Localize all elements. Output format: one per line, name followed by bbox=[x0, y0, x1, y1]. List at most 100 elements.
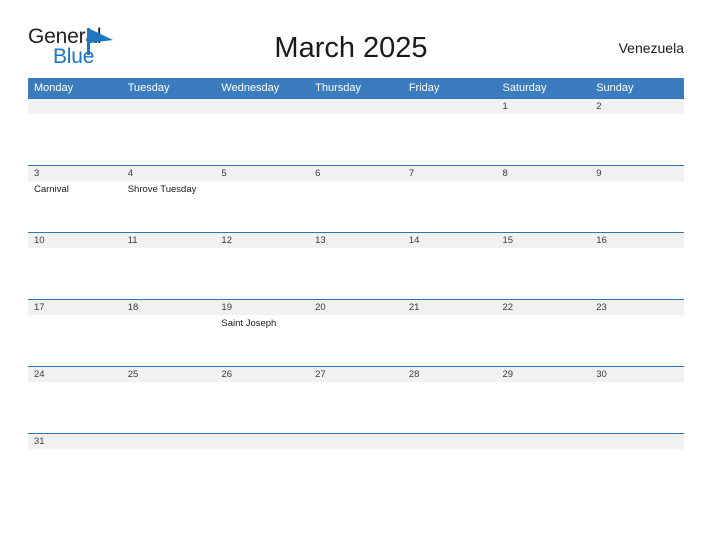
calendar-week-row: 24 25 26 27 28 29 30 bbox=[28, 366, 684, 434]
weekday-header-row: Monday Tuesday Wednesday Thursday Friday… bbox=[28, 78, 684, 99]
day-number: 4 bbox=[121, 166, 216, 181]
day-number: 15 bbox=[496, 233, 591, 248]
calendar-day-cell[interactable]: 18 bbox=[121, 299, 216, 367]
calendar-day-cell[interactable]: 26 bbox=[215, 366, 310, 434]
day-number: 16 bbox=[590, 233, 684, 248]
calendar-day-cell[interactable]: 2 bbox=[590, 98, 684, 166]
calendar-day-cell[interactable] bbox=[215, 98, 310, 166]
calendar-day-cell[interactable]: 7 bbox=[402, 165, 497, 233]
day-number: 1 bbox=[496, 99, 591, 114]
calendar-day-cell[interactable]: 10 bbox=[28, 232, 122, 300]
day-cell-inner: 16 bbox=[590, 233, 684, 299]
day-cell-inner: 8 bbox=[496, 166, 591, 232]
day-number: 14 bbox=[402, 233, 497, 248]
calendar-day-cell[interactable]: 8 bbox=[496, 165, 591, 233]
calendar-day-cell[interactable]: 5 bbox=[215, 165, 310, 233]
calendar-day-cell[interactable]: 20 bbox=[309, 299, 403, 367]
day-cell-inner: 30 bbox=[590, 367, 684, 433]
day-number: 22 bbox=[496, 300, 591, 315]
day-cell-inner: 31 bbox=[28, 434, 122, 501]
calendar-day-cell[interactable]: 13 bbox=[309, 232, 403, 300]
calendar-day-cell[interactable]: 14 bbox=[402, 232, 497, 300]
day-cell-inner: 10 bbox=[28, 233, 122, 299]
day-cell-inner bbox=[121, 99, 216, 165]
calendar-week-row: 3 Carnival 4 Shrove Tuesday 5 6 7 8 9 bbox=[28, 165, 684, 233]
calendar-day-cell[interactable]: 6 bbox=[309, 165, 403, 233]
calendar-day-cell[interactable]: 19 Saint Joseph bbox=[215, 299, 310, 367]
calendar-day-cell[interactable]: 16 bbox=[590, 232, 684, 300]
calendar-day-cell[interactable] bbox=[590, 433, 684, 501]
generalblue-logo[interactable]: General Blue bbox=[28, 25, 148, 71]
calendar-day-cell[interactable]: 25 bbox=[121, 366, 216, 434]
calendar-day-cell[interactable]: 17 bbox=[28, 299, 122, 367]
day-number: 8 bbox=[496, 166, 591, 181]
day-number: 11 bbox=[121, 233, 216, 248]
calendar-day-cell[interactable]: 4 Shrove Tuesday bbox=[121, 165, 216, 233]
calendar-day-cell[interactable]: 24 bbox=[28, 366, 122, 434]
calendar-week-row: 10 11 12 13 14 15 16 bbox=[28, 232, 684, 300]
day-cell-inner bbox=[402, 99, 497, 165]
day-cell-inner: 9 bbox=[590, 166, 684, 232]
calendar-day-cell[interactable] bbox=[28, 98, 122, 166]
day-cell-inner: 13 bbox=[309, 233, 403, 299]
calendar-day-cell[interactable] bbox=[215, 433, 310, 501]
calendar-day-cell[interactable]: 1 bbox=[496, 98, 591, 166]
calendar-day-cell[interactable]: 21 bbox=[402, 299, 497, 367]
day-number-empty bbox=[28, 99, 122, 114]
calendar-day-cell[interactable]: 3 Carnival bbox=[28, 165, 122, 233]
day-cell-inner bbox=[215, 434, 310, 501]
calendar-day-cell[interactable] bbox=[309, 98, 403, 166]
holiday-label: Carnival bbox=[34, 184, 69, 195]
calendar-day-cell[interactable]: 30 bbox=[590, 366, 684, 434]
day-cell-inner: 19 Saint Joseph bbox=[215, 300, 310, 366]
weekday-header-sunday: Sunday bbox=[590, 78, 684, 99]
day-number: 31 bbox=[28, 434, 122, 449]
day-number: 19 bbox=[215, 300, 310, 315]
calendar-day-cell[interactable] bbox=[496, 433, 591, 501]
day-cell-inner: 6 bbox=[309, 166, 403, 232]
calendar-day-cell[interactable] bbox=[121, 98, 216, 166]
day-cell-inner: 23 bbox=[590, 300, 684, 366]
calendar-day-cell[interactable] bbox=[121, 433, 216, 501]
day-cell-inner: 15 bbox=[496, 233, 591, 299]
day-number: 13 bbox=[309, 233, 403, 248]
country-label: Venezuela bbox=[618, 40, 684, 56]
calendar-day-cell[interactable]: 29 bbox=[496, 366, 591, 434]
day-number: 18 bbox=[121, 300, 216, 315]
calendar-page: General Blue March 2025 Venezuela Monday… bbox=[0, 0, 712, 550]
day-number-empty bbox=[309, 99, 403, 114]
weekday-header-friday: Friday bbox=[402, 78, 497, 99]
day-number: 9 bbox=[590, 166, 684, 181]
day-cell-inner: 4 Shrove Tuesday bbox=[121, 166, 216, 232]
calendar-day-cell[interactable]: 27 bbox=[309, 366, 403, 434]
calendar-day-cell[interactable]: 22 bbox=[496, 299, 591, 367]
weekday-header-monday: Monday bbox=[28, 78, 122, 99]
calendar-day-cell[interactable]: 15 bbox=[496, 232, 591, 300]
day-cell-inner: 14 bbox=[402, 233, 497, 299]
day-cell-inner: 18 bbox=[121, 300, 216, 366]
calendar-day-cell[interactable]: 28 bbox=[402, 366, 497, 434]
calendar-day-cell[interactable]: 11 bbox=[121, 232, 216, 300]
calendar-weekday-header: Monday Tuesday Wednesday Thursday Friday… bbox=[28, 78, 684, 99]
day-number-empty bbox=[309, 434, 403, 449]
day-number: 20 bbox=[309, 300, 403, 315]
calendar-day-cell[interactable]: 31 bbox=[28, 433, 122, 501]
day-number: 25 bbox=[121, 367, 216, 382]
day-cell-inner: 29 bbox=[496, 367, 591, 433]
day-number: 2 bbox=[590, 99, 684, 114]
day-cell-inner bbox=[121, 434, 216, 501]
day-number: 10 bbox=[28, 233, 122, 248]
day-cell-inner bbox=[402, 434, 497, 501]
calendar-day-cell[interactable] bbox=[309, 433, 403, 501]
calendar-week-row: 12 bbox=[28, 98, 684, 166]
calendar-day-cell[interactable] bbox=[402, 433, 497, 501]
calendar-day-cell[interactable]: 12 bbox=[215, 232, 310, 300]
day-number-empty bbox=[402, 99, 497, 114]
calendar-day-cell[interactable]: 9 bbox=[590, 165, 684, 233]
day-number: 30 bbox=[590, 367, 684, 382]
day-number-empty bbox=[121, 99, 216, 114]
calendar-day-cell[interactable] bbox=[402, 98, 497, 166]
day-number: 23 bbox=[590, 300, 684, 315]
page-header: General Blue March 2025 Venezuela bbox=[28, 22, 684, 74]
calendar-day-cell[interactable]: 23 bbox=[590, 299, 684, 367]
